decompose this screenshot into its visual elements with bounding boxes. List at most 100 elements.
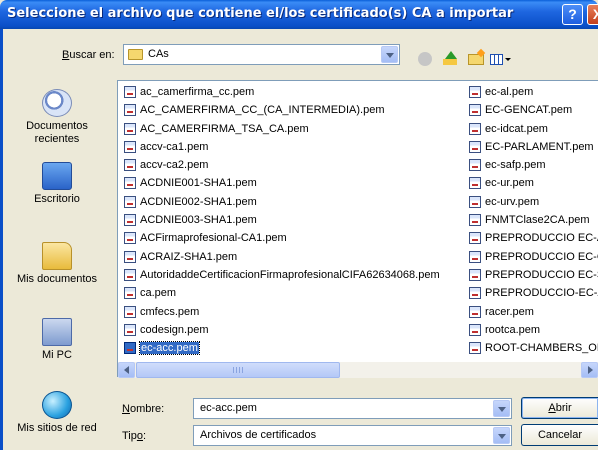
place-recent-documents[interactable]: Documentos recientes: [6, 89, 108, 146]
place-my-computer[interactable]: Mi PC: [6, 318, 108, 362]
filetype-select[interactable]: Archivos de certificados: [193, 425, 512, 446]
certificate-file-icon: [124, 122, 136, 135]
lookin-label: Buscar en:: [62, 49, 115, 61]
certificate-file-icon: [469, 177, 481, 190]
file-item[interactable]: FNMTClase2CA.pem: [468, 211, 598, 229]
file-item[interactable]: ec-al.pem: [468, 83, 598, 101]
file-column-2: ec-al.pem EC-GENCAT.pem ec-idcat.pem EC-…: [468, 83, 598, 357]
certificate-file-icon: [124, 250, 136, 263]
certificate-file-icon: [124, 305, 136, 318]
certificate-file-icon: [124, 287, 136, 300]
certificate-file-icon: [469, 268, 481, 281]
place-label: Mis sitios de red: [17, 422, 97, 434]
file-item[interactable]: cmfecs.pem: [123, 303, 440, 321]
certificate-file-icon: [469, 86, 481, 98]
close-button[interactable]: X: [587, 4, 598, 25]
file-item[interactable]: ACDNIE002-SHA1.pem: [123, 193, 440, 211]
scroll-thumb[interactable]: [136, 362, 340, 378]
file-item[interactable]: ca.pem: [123, 284, 440, 302]
file-item[interactable]: PREPRODUCCIO EC-A: [468, 229, 598, 247]
place-label: Mi PC: [42, 349, 72, 361]
place-my-documents[interactable]: Mis documentos: [6, 242, 108, 286]
lookin-dropdown-button[interactable]: [381, 46, 398, 63]
filename-field[interactable]: ec-acc.pem: [193, 398, 512, 419]
file-item[interactable]: ac_camerfirma_cc.pem: [123, 83, 440, 101]
file-item[interactable]: AC_CAMERFIRMA_CC_(CA_INTERMEDIA).pem: [123, 101, 440, 119]
file-item[interactable]: ec-idcat.pem: [468, 120, 598, 138]
file-item[interactable]: EC-PARLAMENT.pem: [468, 138, 598, 156]
place-desktop[interactable]: Escritorio: [6, 162, 108, 206]
lookin-value: CAs: [148, 48, 169, 60]
certificate-file-icon: [469, 122, 481, 135]
filetype-dropdown-button[interactable]: [493, 427, 510, 444]
filename-label: Nombre:: [122, 403, 165, 415]
certificate-file-icon: [469, 323, 481, 336]
new-folder-icon[interactable]: [468, 54, 484, 65]
file-item[interactable]: ACDNIE001-SHA1.pem: [123, 174, 440, 192]
certificate-file-icon: [124, 195, 136, 208]
certificate-file-icon: [124, 323, 136, 336]
file-item[interactable]: AutoridaddeCertificacionFirmaprofesional…: [123, 266, 440, 284]
cancel-button[interactable]: Cancelar: [521, 424, 598, 446]
filetype-label: Tipo:: [122, 430, 147, 442]
help-button[interactable]: ?: [562, 4, 583, 25]
certificate-file-icon: [124, 232, 136, 245]
place-label: Documentos recientes: [26, 120, 88, 145]
views-dropdown-arrow[interactable]: [505, 58, 511, 61]
certificate-file-icon: [469, 214, 481, 227]
file-item[interactable]: ACRAIZ-SHA1.pem: [123, 248, 440, 266]
file-item[interactable]: accv-ca2.pem: [123, 156, 440, 174]
file-item[interactable]: ACDNIE003-SHA1.pem: [123, 211, 440, 229]
certificate-file-icon: [124, 268, 136, 281]
open-button[interactable]: Abrir: [521, 397, 598, 419]
file-item[interactable]: ec-urv.pem: [468, 193, 598, 211]
certificate-file-icon: [124, 214, 136, 227]
certificate-file-icon: [469, 195, 481, 208]
file-item[interactable]: ec-safp.pem: [468, 156, 598, 174]
title-bar: Seleccione el archivo que contiene el/lo…: [0, 0, 598, 29]
filename-dropdown-button[interactable]: [493, 400, 510, 417]
place-label: Escritorio: [34, 193, 80, 205]
my-computer-icon: [42, 318, 72, 346]
certificate-file-icon: [469, 342, 481, 355]
certificate-file-icon: [124, 104, 136, 117]
filetype-value: Archivos de certificados: [200, 429, 317, 441]
certificate-file-icon: [124, 159, 136, 172]
certificate-file-icon: [469, 250, 481, 263]
file-item[interactable]: PREPRODUCCIO-EC-A: [468, 284, 598, 302]
window-title: Seleccione el archivo que contiene el/lo…: [7, 6, 514, 21]
folder-icon: [128, 49, 143, 60]
place-label: Mis documentos: [16, 273, 98, 285]
views-menu-icon[interactable]: [490, 54, 503, 65]
place-network[interactable]: Mis sitios de red: [6, 391, 108, 435]
horizontal-scrollbar[interactable]: [118, 362, 598, 378]
certificate-file-icon: [469, 287, 481, 300]
certificate-file-icon: [124, 140, 136, 153]
file-item[interactable]: rootca.pem: [468, 321, 598, 339]
lookin-combo[interactable]: CAs: [123, 44, 400, 65]
file-item[interactable]: codesign.pem: [123, 321, 440, 339]
certificate-file-icon: [469, 159, 481, 172]
file-item[interactable]: ROOT-CHAMBERS_OF: [468, 339, 598, 357]
file-item[interactable]: PREPRODUCCIO EC-G: [468, 248, 598, 266]
certificate-file-icon: [124, 177, 136, 190]
file-item[interactable]: AC_CAMERFIRMA_TSA_CA.pem: [123, 120, 440, 138]
back-icon[interactable]: [418, 52, 432, 66]
filename-value: ec-acc.pem: [200, 402, 257, 414]
my-documents-icon: [42, 242, 72, 270]
file-item[interactable]: ec-ur.pem: [468, 174, 598, 192]
file-item[interactable]: PREPRODUCCIO EC-S: [468, 266, 598, 284]
file-item[interactable]: ACFirmaprofesional-CA1.pem: [123, 229, 440, 247]
file-column-1: ac_camerfirma_cc.pem AC_CAMERFIRMA_CC_(C…: [123, 83, 440, 357]
file-item-selected[interactable]: ec-acc.pem: [123, 339, 440, 357]
file-item[interactable]: accv-ca1.pem: [123, 138, 440, 156]
up-folder-icon[interactable]: [443, 51, 459, 65]
file-item[interactable]: racer.pem: [468, 303, 598, 321]
file-item[interactable]: EC-GENCAT.pem: [468, 101, 598, 119]
file-list[interactable]: ac_camerfirma_cc.pem AC_CAMERFIRMA_CC_(C…: [117, 80, 598, 377]
certificate-file-icon: [469, 140, 481, 153]
desktop-icon: [42, 162, 72, 190]
certificate-file-icon: [124, 86, 136, 98]
scroll-left-button[interactable]: [118, 362, 135, 378]
scroll-right-button[interactable]: [581, 362, 598, 378]
